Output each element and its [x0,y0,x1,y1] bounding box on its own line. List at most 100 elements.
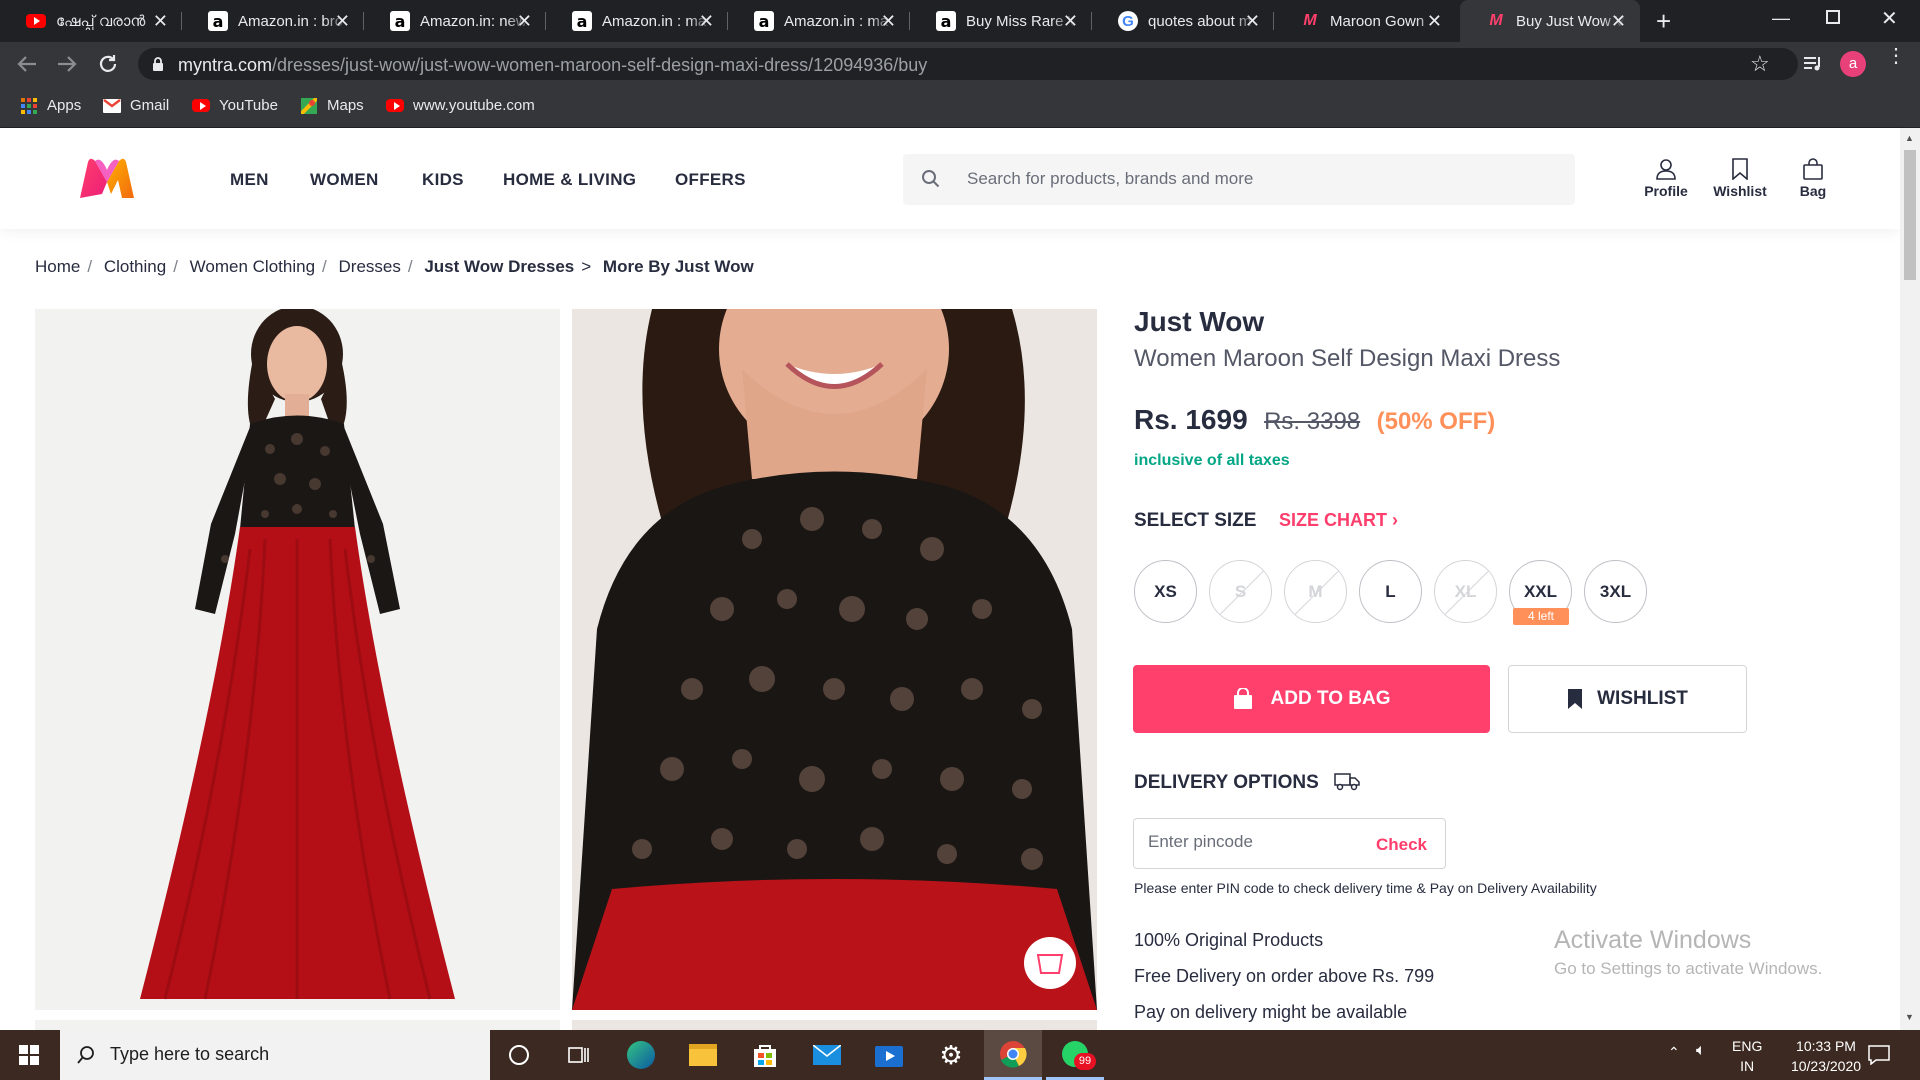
size-button-xl: XL [1434,560,1497,623]
breadcrumb-home[interactable]: Home [35,257,80,276]
bookmark-gmail[interactable]: Gmail [103,97,169,114]
myntra-logo-icon[interactable] [78,156,136,200]
address-bar[interactable]: myntra.com/dresses/just-wow/just-wow-wom… [138,48,1798,80]
close-tab-icon[interactable]: ✕ [1245,11,1260,32]
back-arrow-icon[interactable] [16,54,38,74]
add-to-bag-button[interactable]: ADD TO BAG [1133,665,1490,733]
feature-pay-on-delivery: Pay on delivery might be available [1134,1002,1408,1022]
close-window-button[interactable]: ✕ [1881,6,1898,31]
breadcrumb-more-by-brand[interactable]: More By Just Wow [603,257,754,276]
bookmark-apps[interactable]: Apps [20,97,81,114]
page-scrollbar[interactable]: ▲ ▼ [1900,128,1920,1030]
close-tab-icon[interactable]: ✕ [153,11,168,32]
nav-offers[interactable]: OFFERS [675,170,746,190]
url-text: myntra.com/dresses/just-wow/just-wow-wom… [178,55,927,76]
search-input[interactable]: Search for products, brands and more [967,169,1253,189]
close-tab-icon[interactable]: ✕ [1611,11,1626,32]
close-tab-icon[interactable]: ✕ [1063,11,1078,32]
close-tab-icon[interactable]: ✕ [699,11,714,32]
volume-icon[interactable]: 🔈︎ [1696,1042,1706,1060]
file-explorer-icon[interactable] [674,1030,732,1080]
product-image-3[interactable] [35,1020,560,1030]
bookmark-youtube-url[interactable]: www.youtube.com [386,97,535,114]
close-tab-icon[interactable]: ✕ [335,11,350,32]
close-tab-icon[interactable]: ✕ [517,11,532,32]
close-tab-icon[interactable]: ✕ [1427,11,1442,32]
product-brand: Just Wow [1134,306,1265,337]
browser-tab[interactable]: a Amazon.in : ma ✕ [728,0,910,42]
product-image-2[interactable] [572,309,1097,1010]
bookmark-star-icon[interactable]: ☆ [1750,51,1770,77]
nav-women[interactable]: WOMEN [310,170,379,190]
bookmark-youtube[interactable]: YouTube [192,97,278,114]
product-image-1[interactable] [35,309,560,1010]
wishlist-label: WISHLIST [1597,688,1688,709]
lock-icon[interactable] [152,56,164,72]
profile-avatar[interactable]: a [1840,51,1866,77]
size-button-xs[interactable]: XS [1134,560,1197,623]
size-chart-link[interactable]: SIZE CHART › [1279,510,1398,531]
browser-tab[interactable]: a Amazon.in : bro ✕ [182,0,364,42]
nav-kids[interactable]: KIDS [422,170,464,190]
cortana-icon[interactable] [490,1030,548,1080]
breadcrumb-dresses[interactable]: Dresses [339,257,401,276]
media-player-icon[interactable] [860,1030,918,1080]
size-button-s: S [1209,560,1272,623]
taskbar-search-box[interactable]: Type here to search [60,1030,490,1080]
chrome-icon[interactable] [984,1030,1042,1080]
browser-tab[interactable]: a Amazon.in : ma ✕ [546,0,728,42]
search-bar[interactable]: Search for products, brands and more [903,154,1575,205]
scroll-down-icon[interactable]: ▼ [1905,1012,1914,1022]
close-tab-icon[interactable]: ✕ [881,11,896,32]
task-view-icon[interactable] [550,1030,608,1080]
bag-button[interactable]: Bag [1796,158,1830,199]
product-image-4[interactable] [572,1020,1097,1030]
windows-start-icon[interactable] [0,1030,58,1080]
product-photo-full-length [35,309,560,1010]
whatsapp-icon[interactable]: 99 [1046,1030,1104,1080]
mail-icon[interactable] [798,1030,856,1080]
store-icon[interactable] [736,1030,794,1080]
browser-tab-active[interactable]: M Buy Just Wow V ✕ [1460,0,1640,42]
scroll-up-icon[interactable]: ▲ [1905,133,1914,143]
reload-icon[interactable] [97,53,119,75]
breadcrumb-women-clothing[interactable]: Women Clothing [190,257,315,276]
breadcrumb-current: Just Wow Dresses [424,257,575,276]
tab-title: Amazon.in : ma [602,12,707,30]
nav-home-living[interactable]: HOME & LIVING [503,170,636,190]
google-icon: G [1118,11,1138,31]
forward-arrow-icon[interactable] [56,54,78,74]
browser-tab[interactable]: a Buy Miss Rare V ✕ [910,0,1092,42]
bookmark-icon [1732,158,1748,181]
bag-icon [1803,158,1823,180]
wishlist-button[interactable]: WISHLIST [1508,665,1747,733]
browser-tab[interactable]: M Maroon Gown ✕ [1274,0,1456,42]
media-control-icon[interactable] [1802,54,1824,74]
taskbar-search-input[interactable]: Type here to search [110,1044,269,1065]
nav-men[interactable]: MEN [230,170,269,190]
settings-gear-icon[interactable]: ⚙ [922,1030,980,1080]
browser-menu-icon[interactable]: ⋮ [1886,46,1906,66]
bookmark-icon [1568,689,1583,709]
maps-icon [300,97,318,114]
edge-icon[interactable] [612,1030,670,1080]
wishlist-header-button[interactable]: Wishlist [1710,158,1770,199]
new-tab-button[interactable]: + [1656,6,1671,37]
minimize-button[interactable]: — [1772,8,1790,29]
profile-button[interactable]: Profile [1638,158,1694,199]
size-button-3xl[interactable]: 3XL [1584,560,1647,623]
check-pincode-button[interactable]: Check [1376,835,1427,855]
size-button-l[interactable]: L [1359,560,1422,623]
restore-button[interactable] [1826,10,1840,24]
browser-tab[interactable]: G quotes about m ✕ [1092,0,1274,42]
scroll-thumb[interactable] [1904,150,1916,280]
bookmark-maps[interactable]: Maps [300,97,364,114]
tray-chevron-up-icon[interactable]: ⌃ [1668,1044,1680,1061]
browser-tab[interactable]: a Amazon.in: new ✕ [364,0,546,42]
browser-tab[interactable]: ഷേപ്പ് വരാൻ ✕ [0,0,182,42]
breadcrumb-clothing[interactable]: Clothing [104,257,166,276]
pincode-input[interactable] [1148,832,1348,852]
language-indicator[interactable]: ENG IN [1732,1036,1762,1076]
myntra-icon: M [1303,12,1317,29]
notification-icon[interactable] [1868,1045,1890,1065]
